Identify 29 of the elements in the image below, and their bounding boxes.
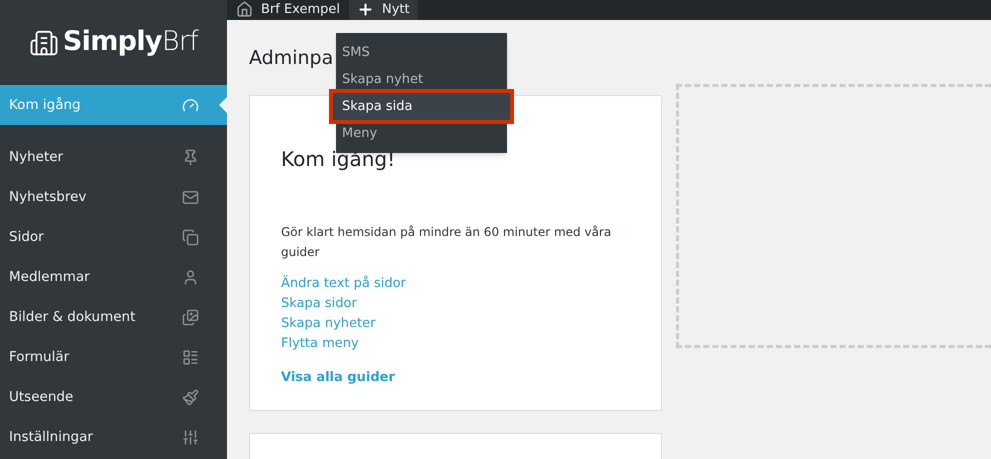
- form-icon: [182, 348, 199, 366]
- user-icon: [182, 268, 199, 286]
- gauge-icon: [182, 96, 199, 114]
- media-icon: [182, 308, 199, 326]
- menu-item[interactable]: Skapa sida: [333, 93, 510, 120]
- brush-icon: [182, 388, 199, 406]
- menu-item[interactable]: SMS: [336, 39, 507, 66]
- sidebar-item[interactable]: Formulär: [0, 337, 227, 377]
- pin-icon: [182, 148, 199, 166]
- sidebar-item[interactable]: Medlemmar: [0, 257, 227, 297]
- sidebar-item[interactable]: Nyhetsbrev: [0, 177, 227, 217]
- plus-icon: [357, 1, 374, 18]
- sliders-icon: [182, 428, 199, 446]
- sidebar-item[interactable]: Nyheter: [0, 137, 227, 177]
- sidebar-item[interactable]: Bilder & dokument: [0, 297, 227, 337]
- pages-icon: [182, 228, 199, 246]
- new-menu-button[interactable]: Nytt: [349, 0, 418, 20]
- pointer-arrow: [219, 97, 227, 113]
- menu-item[interactable]: Meny: [336, 120, 507, 147]
- envelope-icon: [182, 188, 199, 206]
- page-title: Adminpa: [249, 46, 334, 70]
- menu-item[interactable]: Skapa nyhet: [336, 66, 507, 93]
- logo-text: SimplyBrf: [62, 25, 198, 60]
- sidebar-item[interactable]: Inställningar: [0, 417, 227, 457]
- sidebar-item[interactable]: Sidor: [0, 217, 227, 257]
- card-description: Gör klart hemsidan på mindre än 60 minuter med våra guider: [281, 224, 612, 260]
- sidebar-item[interactable]: Utseende: [0, 377, 227, 417]
- site-link[interactable]: Brf Exempel: [227, 0, 350, 20]
- home-icon: [236, 1, 253, 18]
